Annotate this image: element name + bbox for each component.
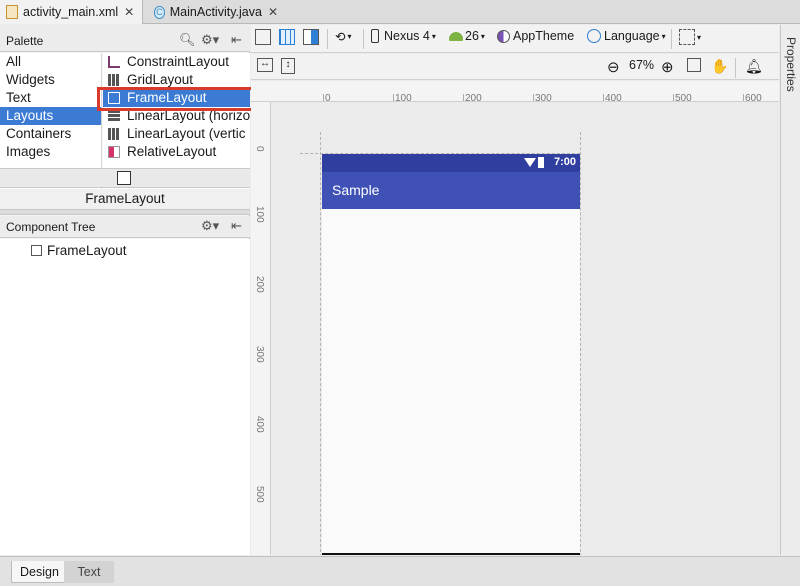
- component-tree-header: Component Tree ⚙▾ ⇤: [0, 216, 250, 238]
- search-icon[interactable]: 🔍︎: [179, 32, 196, 48]
- frame-layout-preview-icon: [117, 171, 131, 185]
- notifications-icon[interactable]: 🔔︎: [745, 58, 763, 75]
- tab-text[interactable]: Text: [64, 561, 114, 583]
- design-view-icon[interactable]: [255, 29, 271, 45]
- constraint-layout-icon: [108, 56, 120, 68]
- zoom-to-fit-icon[interactable]: [687, 58, 701, 72]
- close-icon[interactable]: ✕: [124, 5, 134, 19]
- theme-icon: [497, 29, 510, 43]
- device-preview[interactable]: 7:00 Sample: [322, 154, 580, 555]
- ruler-horizontal: 0 100 200 300 400 500 600: [251, 81, 779, 104]
- guide-line: [320, 132, 321, 555]
- theme-selector[interactable]: AppTheme: [497, 29, 574, 43]
- tab-activity-main-xml[interactable]: activity_main.xml ✕: [0, 0, 143, 24]
- zoom-in-icon[interactable]: ⊕: [661, 58, 674, 76]
- orientation-icon[interactable]: ⟲ ▾: [335, 29, 352, 44]
- linear-layout-horizontal-icon: [108, 110, 120, 122]
- guide-line: [580, 132, 581, 555]
- palette-header: Palette 🔍︎ ⚙▾ ⇤: [0, 30, 250, 52]
- ruler-label: 500: [254, 486, 265, 503]
- ruler-vertical: 0 100 200 300 400 500: [251, 102, 271, 555]
- frame-layout-icon: [31, 245, 42, 256]
- zoom-level: 67%: [629, 58, 655, 72]
- category-widgets[interactable]: Widgets: [0, 71, 101, 89]
- properties-strip[interactable]: Properties: [780, 25, 800, 555]
- pan-hand-icon[interactable]: ✋: [711, 58, 728, 75]
- design-blueprint-icon[interactable]: [303, 29, 319, 45]
- device-bottom-edge: [322, 553, 580, 555]
- close-icon[interactable]: ✕: [268, 5, 278, 19]
- grid-layout-icon: [108, 74, 120, 86]
- battery-icon: [538, 157, 544, 168]
- status-icons: [524, 157, 548, 169]
- wifi-icon: [524, 158, 536, 167]
- xml-file-icon: [6, 5, 18, 19]
- zoom-out-icon[interactable]: ⊖: [607, 58, 620, 76]
- resize-vertical-icon[interactable]: ↕: [281, 58, 295, 74]
- tab-label: MainActivity.java: [169, 5, 262, 19]
- api-label: 26: [465, 29, 479, 43]
- app-title: Sample: [332, 182, 380, 198]
- ruler-label: 400: [254, 416, 265, 433]
- blueprint-view-icon[interactable]: [279, 29, 295, 45]
- ruler-label: 100: [254, 206, 265, 223]
- status-bar: 7:00: [322, 154, 580, 172]
- tab-mainactivity-java[interactable]: C MainActivity.java ✕: [148, 0, 284, 24]
- tab-design[interactable]: Design: [11, 561, 68, 583]
- tree-item-framelayout[interactable]: FrameLayout: [31, 243, 127, 258]
- android-icon: [449, 31, 463, 41]
- status-time: 7:00: [553, 156, 576, 168]
- language-selector[interactable]: Language ▾: [587, 29, 666, 43]
- component-tree-title: Component Tree: [6, 220, 96, 234]
- tree-item-label: FrameLayout: [47, 243, 127, 258]
- category-text[interactable]: Text: [0, 89, 101, 107]
- palette-title: Palette: [6, 34, 44, 48]
- component-tree: FrameLayout: [0, 239, 250, 555]
- palette-item-label: ConstraintLayout: [127, 54, 230, 69]
- category-containers[interactable]: Containers: [0, 125, 101, 143]
- palette-item-label: GridLayout: [127, 72, 194, 87]
- category-images[interactable]: Images: [0, 143, 101, 161]
- globe-icon: [587, 29, 601, 43]
- gear-icon[interactable]: ⚙▾: [201, 32, 219, 48]
- device-label: Nexus 4: [384, 29, 430, 43]
- layout-variants-icon[interactable]: ▾: [679, 29, 701, 45]
- ruler-label: 0: [254, 146, 265, 152]
- relative-layout-icon: [108, 146, 120, 158]
- theme-label: AppTheme: [513, 29, 575, 43]
- zoom-toolbar: ↔ ↕ ⊖ 67% ⊕ ✋ 🔔︎: [251, 54, 779, 80]
- panel-splitter[interactable]: [0, 209, 250, 215]
- linear-layout-vertical-icon: [108, 128, 120, 140]
- properties-label[interactable]: Properties: [784, 37, 798, 92]
- bottom-tab-bar: Design Text: [0, 556, 800, 586]
- category-layouts[interactable]: Layouts: [0, 107, 101, 125]
- ruler-label: 300: [254, 346, 265, 363]
- device-selector[interactable]: Nexus 4 ▾: [371, 29, 436, 43]
- gear-icon[interactable]: ⚙▾: [201, 218, 219, 234]
- palette-item-constraintlayout[interactable]: ConstraintLayout: [103, 53, 250, 71]
- api-level-selector[interactable]: 26 ▾: [449, 29, 485, 43]
- java-class-icon: C: [154, 5, 165, 19]
- app-bar: Sample: [322, 172, 580, 209]
- palette-preview-row: [0, 168, 250, 188]
- resize-horizontal-icon[interactable]: ↔: [257, 58, 273, 72]
- hide-panel-icon[interactable]: ⇤: [231, 218, 242, 234]
- highlight-box: [97, 87, 259, 111]
- phone-icon: [371, 29, 379, 43]
- ruler-label: 200: [254, 276, 265, 293]
- palette-item-label: RelativeLayout: [127, 144, 217, 159]
- tab-label: activity_main.xml: [23, 5, 119, 19]
- palette-preview-label: FrameLayout: [0, 189, 250, 209]
- design-toolbar: ⟲ ▾ Nexus 4 ▾ 26 ▾ AppTheme Language ▾ ▾: [251, 25, 779, 53]
- palette-item-linearlayout-vertical[interactable]: LinearLayout (vertic: [103, 125, 250, 143]
- design-canvas[interactable]: 7:00 Sample: [272, 102, 779, 555]
- category-all[interactable]: All: [0, 53, 101, 71]
- language-label: Language: [604, 29, 660, 43]
- hide-panel-icon[interactable]: ⇤: [231, 32, 242, 48]
- editor-tab-bar: activity_main.xml ✕ C MainActivity.java …: [0, 0, 800, 24]
- palette-item-label: LinearLayout (vertic: [127, 126, 246, 141]
- palette-item-relativelayout[interactable]: RelativeLayout: [103, 143, 250, 161]
